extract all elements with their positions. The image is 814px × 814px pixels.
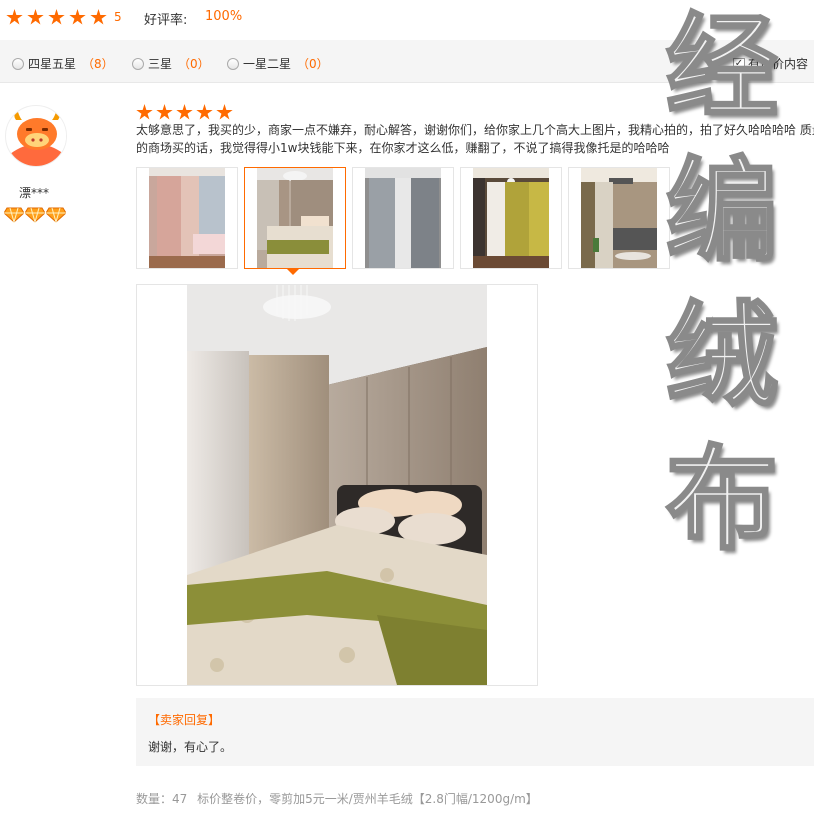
star-icon [90,9,107,25]
radio-icon[interactable] [12,57,24,70]
thumb-pointer-caret [286,268,300,275]
filter-count: （0） [297,57,329,71]
seller-reply-title: 【卖家回复】 [148,713,221,727]
diamond-icon [46,207,66,223]
reviewer-name: 漂*** [19,186,50,200]
watermark-text: 经 编 绒 布 [652,0,792,572]
rating-summary: 5 好评率: 100% [0,0,814,36]
review-photo-thumb[interactable] [136,167,238,269]
filter-label: 一星二星 [243,57,292,71]
seller-reply: 【卖家回复】 谢谢，有心了。 [136,698,814,766]
radio-icon[interactable] [132,57,144,70]
filter-count: （8） [82,57,114,71]
review-photo-thumb-active[interactable] [244,167,346,269]
summary-stars [6,9,107,26]
bedroom-photo-large [187,285,487,685]
purchase-quantity: 数量：47 [136,792,188,806]
positive-rate-label: 好评率: [144,13,188,28]
filter-three-star[interactable]: 三星 （0） [132,55,210,72]
filter-one-two-star[interactable]: 一星二星 （0） [227,55,329,72]
bedroom-photo-image [149,168,225,268]
has-content-filter[interactable]: ✓ 有评价内容 [733,55,808,72]
star-icon [156,104,173,120]
star-icon [48,9,65,25]
filter-four-five-star[interactable]: 四星五星 （8） [12,55,114,72]
bedroom-photo-image [187,285,487,685]
purchase-variant: 标价整卷价，零剪加5元一米/贾州羊毛绒【2.8门幅/1200g/m】 [197,792,538,806]
review-text-line: 太够意思了，我买的少，商家一点不嫌弃，耐心解答，谢谢你们，给你家上几个高大上图片… [136,123,814,137]
reviewer-level-badges [4,207,66,223]
seller-reply-text: 谢谢，有心了。 [148,740,233,754]
avatar[interactable] [5,105,67,167]
review-text-line: 的商场买的话，我觉得得小1w块钱能下来，在你家才这么低，赚翻了，不说了搞得我像托… [136,141,670,155]
review-photo-preview[interactable] [136,284,538,686]
review-photo-thumb[interactable] [568,167,670,269]
curtain-photo-image [473,168,549,268]
cartoon-cow-avatar-icon [7,107,66,166]
watermark-char: 绒 [665,290,780,423]
radio-icon[interactable] [227,57,239,70]
purchase-info: 数量：47 标价整卷价，零剪加5元一米/贾州羊毛绒【2.8门幅/1200g/m】 [136,790,544,807]
star-icon [196,104,213,120]
star-icon [136,104,153,120]
curtain-photo-image [365,168,441,268]
summary-score: 5 [114,10,122,24]
review-photo-thumb[interactable] [460,167,562,269]
star-icon [216,104,233,120]
filter-count: （0） [178,57,210,71]
checkbox-icon[interactable]: ✓ [733,57,745,70]
watermark-char: 编 [665,146,780,279]
filter-bar: 四星五星 （8） 三星 （0） 一星二星 （0） [0,40,814,83]
positive-rate-value: 100% [205,9,243,24]
diamond-icon [4,207,24,223]
star-icon [176,104,193,120]
watermark-char: 布 [665,434,780,567]
review-stars [136,104,233,121]
filter-label: 四星五星 [28,57,77,71]
review-text: 太够意思了，我买的少，商家一点不嫌弃，耐心解答，谢谢你们，给你家上几个高大上图片… [136,121,814,159]
living-room-photo-image [581,168,657,268]
has-content-label: 有评价内容 [748,57,809,71]
diamond-icon [25,207,45,223]
review-photo-thumb[interactable] [352,167,454,269]
bedroom-photo-image [257,168,333,268]
filter-label: 三星 [148,57,173,71]
star-icon [27,9,44,25]
star-icon [69,9,86,25]
star-icon [6,9,23,25]
